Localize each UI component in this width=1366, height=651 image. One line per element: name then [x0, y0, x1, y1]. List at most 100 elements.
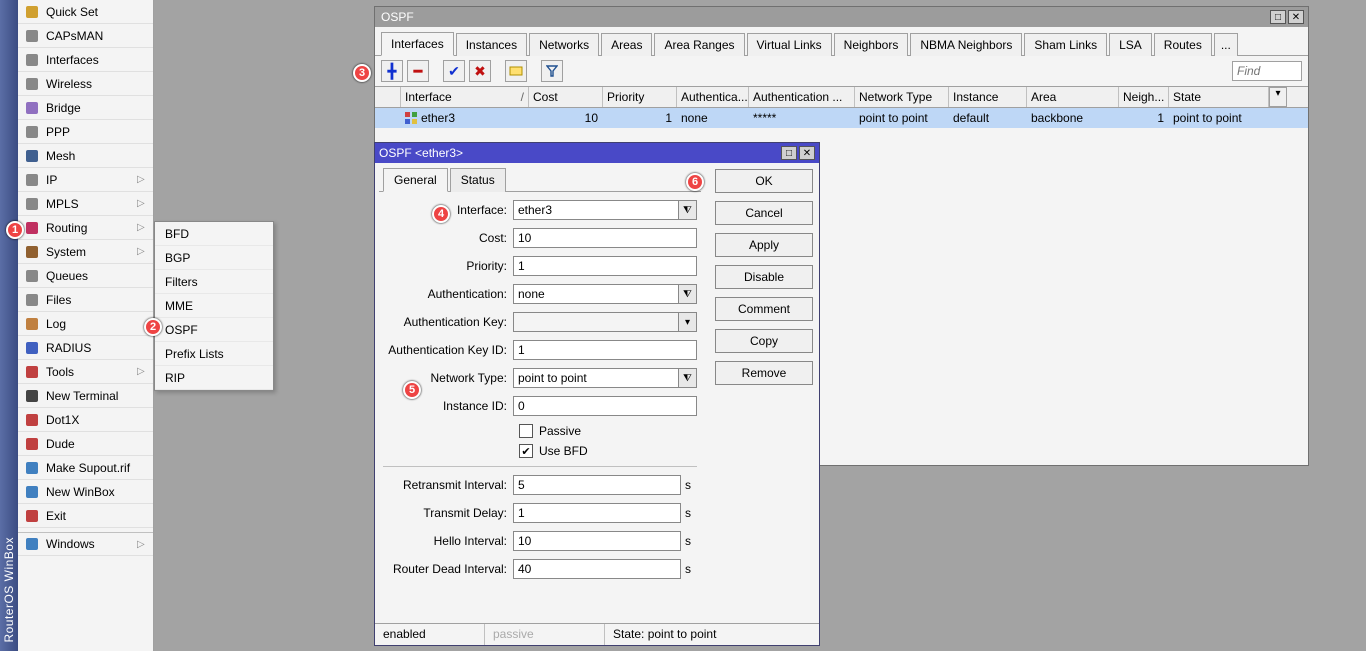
- tab-areas[interactable]: Areas: [601, 33, 652, 56]
- comment-button[interactable]: [505, 60, 527, 82]
- find-input[interactable]: [1232, 61, 1302, 81]
- tab-lsa[interactable]: LSA: [1109, 33, 1152, 56]
- menu-label: Mesh: [46, 149, 147, 163]
- sidebar-item-new-terminal[interactable]: New Terminal: [18, 384, 153, 408]
- disable-button[interactable]: ✖: [469, 60, 491, 82]
- sidebar-item-exit[interactable]: Exit: [18, 504, 153, 528]
- dialog-tab-status[interactable]: Status: [450, 168, 506, 192]
- col-state[interactable]: State: [1169, 87, 1269, 107]
- interface-field[interactable]: [513, 200, 679, 220]
- sidebar-item-interfaces[interactable]: Interfaces: [18, 48, 153, 72]
- submenu-item-ospf[interactable]: OSPF: [155, 318, 273, 342]
- menu-icon: [24, 436, 40, 452]
- columns-dropdown[interactable]: ▾: [1269, 87, 1287, 107]
- maximize-button[interactable]: □: [1270, 10, 1286, 24]
- close-button[interactable]: ✕: [1288, 10, 1304, 24]
- sidebar-item-routing[interactable]: Routing▷: [18, 216, 153, 240]
- sidebar-item-wireless[interactable]: Wireless: [18, 72, 153, 96]
- auth-key-field[interactable]: [513, 312, 679, 332]
- remove-button[interactable]: ━: [407, 60, 429, 82]
- submenu-item-bfd[interactable]: BFD: [155, 222, 273, 246]
- tab-virtual-links[interactable]: Virtual Links: [747, 33, 832, 56]
- dead-field[interactable]: [513, 559, 681, 579]
- cost-field[interactable]: [513, 228, 697, 248]
- tab-sham-links[interactable]: Sham Links: [1024, 33, 1107, 56]
- sidebar-item-log[interactable]: Log: [18, 312, 153, 336]
- menu-label: Log: [46, 317, 147, 331]
- cancel-button[interactable]: Cancel: [715, 201, 813, 225]
- submenu-item-bgp[interactable]: BGP: [155, 246, 273, 270]
- disable-button[interactable]: Disable: [715, 265, 813, 289]
- sidebar-item-quick-set[interactable]: Quick Set: [18, 0, 153, 24]
- auth-field[interactable]: [513, 284, 679, 304]
- tab-networks[interactable]: Networks: [529, 33, 599, 56]
- sidebar-item-files[interactable]: Files: [18, 288, 153, 312]
- enable-button[interactable]: ✔: [443, 60, 465, 82]
- dialog-close-button[interactable]: ✕: [799, 146, 815, 160]
- tab-routes[interactable]: Routes: [1154, 33, 1212, 56]
- auth-dropdown[interactable]: ⧨: [679, 284, 697, 304]
- ospf-toolbar: ╋ ━ ✔ ✖: [375, 56, 1308, 87]
- sidebar-item-mpls[interactable]: MPLS▷: [18, 192, 153, 216]
- col-auth[interactable]: Authentica...: [677, 87, 749, 107]
- dialog-tab-general[interactable]: General: [383, 168, 448, 192]
- dialog-maximize-button[interactable]: □: [781, 146, 797, 160]
- sidebar-item-bridge[interactable]: Bridge: [18, 96, 153, 120]
- sidebar-item-windows[interactable]: Windows▷: [18, 532, 153, 556]
- col-flag[interactable]: [375, 87, 401, 107]
- col-authkey[interactable]: Authentication ...: [749, 87, 855, 107]
- auth-key-id-field[interactable]: [513, 340, 697, 360]
- retransmit-field[interactable]: [513, 475, 681, 495]
- tab--[interactable]: ...: [1214, 33, 1238, 56]
- tab-area-ranges[interactable]: Area Ranges: [654, 33, 744, 56]
- sidebar-item-mesh[interactable]: Mesh: [18, 144, 153, 168]
- menu-icon: [24, 100, 40, 116]
- tab-interfaces[interactable]: Interfaces: [381, 32, 454, 56]
- tab-instances[interactable]: Instances: [456, 33, 527, 56]
- copy-button[interactable]: Copy: [715, 329, 813, 353]
- sidebar-item-capsman[interactable]: CAPsMAN: [18, 24, 153, 48]
- col-nettype[interactable]: Network Type: [855, 87, 949, 107]
- col-area[interactable]: Area: [1027, 87, 1119, 107]
- sidebar-item-ip[interactable]: IP▷: [18, 168, 153, 192]
- sidebar-item-tools[interactable]: Tools▷: [18, 360, 153, 384]
- add-button[interactable]: ╋: [381, 60, 403, 82]
- menu-icon: [24, 52, 40, 68]
- auth-key-expand[interactable]: ▾: [679, 312, 697, 332]
- col-cost[interactable]: Cost: [529, 87, 603, 107]
- net-type-field[interactable]: [513, 368, 679, 388]
- net-type-dropdown[interactable]: ⧨: [679, 368, 697, 388]
- table-row[interactable]: ether3 10 1 none ***** point to point de…: [375, 108, 1308, 128]
- col-instance[interactable]: Instance: [949, 87, 1027, 107]
- sidebar-item-queues[interactable]: Queues: [18, 264, 153, 288]
- apply-button[interactable]: Apply: [715, 233, 813, 257]
- use-bfd-checkbox[interactable]: ✔: [519, 444, 533, 458]
- instance-id-field[interactable]: [513, 396, 697, 416]
- sidebar-item-dot1x[interactable]: Dot1X: [18, 408, 153, 432]
- hello-field[interactable]: [513, 531, 681, 551]
- priority-field[interactable]: [513, 256, 697, 276]
- passive-checkbox[interactable]: [519, 424, 533, 438]
- sidebar-item-ppp[interactable]: PPP: [18, 120, 153, 144]
- interface-dropdown[interactable]: ⧨: [679, 200, 697, 220]
- sidebar-item-system[interactable]: System▷: [18, 240, 153, 264]
- remove-button[interactable]: Remove: [715, 361, 813, 385]
- tab-neighbors[interactable]: Neighbors: [834, 33, 909, 56]
- submenu-item-prefix-lists[interactable]: Prefix Lists: [155, 342, 273, 366]
- menu-label: Tools: [46, 365, 137, 379]
- ok-button[interactable]: OK: [715, 169, 813, 193]
- filter-button[interactable]: [541, 60, 563, 82]
- sidebar-item-radius[interactable]: RADIUS: [18, 336, 153, 360]
- submenu-item-filters[interactable]: Filters: [155, 270, 273, 294]
- sidebar-item-make-supout-rif[interactable]: Make Supout.rif: [18, 456, 153, 480]
- comment-button[interactable]: Comment: [715, 297, 813, 321]
- col-neigh[interactable]: Neigh...: [1119, 87, 1169, 107]
- submenu-item-rip[interactable]: RIP: [155, 366, 273, 390]
- sidebar-item-dude[interactable]: Dude: [18, 432, 153, 456]
- tx-delay-field[interactable]: [513, 503, 681, 523]
- col-interface[interactable]: Interface/: [401, 87, 529, 107]
- col-priority[interactable]: Priority: [603, 87, 677, 107]
- submenu-item-mme[interactable]: MME: [155, 294, 273, 318]
- sidebar-item-new-winbox[interactable]: New WinBox: [18, 480, 153, 504]
- tab-nbma-neighbors[interactable]: NBMA Neighbors: [910, 33, 1022, 56]
